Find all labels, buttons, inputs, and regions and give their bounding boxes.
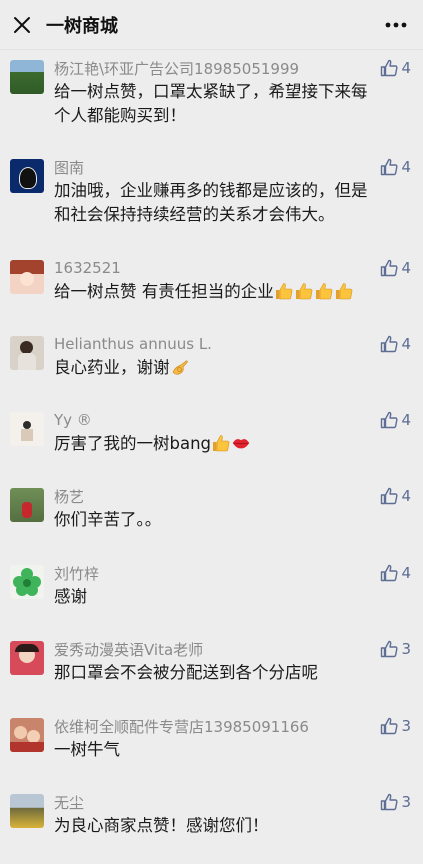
- commenter-name[interactable]: 无尘: [54, 792, 380, 813]
- avatar[interactable]: [10, 336, 44, 370]
- thumbs-up-emoji: [211, 434, 231, 453]
- thumbs-up-emoji: [294, 282, 314, 301]
- avatar[interactable]: [10, 260, 44, 294]
- comment-line: 和社会保持持续经营的关系才会伟大。: [54, 205, 335, 224]
- like-button[interactable]: 3: [380, 793, 411, 811]
- like-button[interactable]: 4: [380, 564, 411, 582]
- avatar[interactable]: [10, 641, 44, 675]
- commenter-name[interactable]: 刘竹梓: [54, 563, 380, 584]
- like-count: 4: [401, 259, 411, 277]
- avatar[interactable]: [10, 488, 44, 522]
- like-count: 4: [401, 335, 411, 353]
- like-button[interactable]: 3: [380, 717, 411, 735]
- comment-item: 依维柯全顺配件专营店13985091166 3 一树牛气: [0, 708, 423, 784]
- commenter-name[interactable]: 图南: [54, 157, 380, 178]
- comment-item: 爱秀动漫英语Vita老师 3 那口罩会不会被分配送到各个分店呢: [0, 631, 423, 708]
- comment-line: 感谢: [54, 587, 87, 606]
- comment-text: 为良心商家点赞！感谢您们！: [54, 814, 411, 838]
- comment-line: 个人都能购买到！: [54, 106, 186, 125]
- thumbs-up-icon: [381, 640, 398, 658]
- page-title: 一树商城: [46, 15, 118, 37]
- comment-item: Helianthus annuus L. 4 良心药业，谢谢: [0, 326, 423, 402]
- like-count: 4: [401, 487, 411, 505]
- avatar[interactable]: [10, 718, 44, 752]
- thumbs-up-icon: [381, 259, 398, 277]
- commenter-name[interactable]: 杨江艳\环亚广告公司18985051999: [54, 58, 380, 79]
- like-button[interactable]: 4: [380, 411, 411, 429]
- commenter-name[interactable]: 杨艺: [54, 486, 380, 507]
- comment-text: 一树牛气: [54, 738, 411, 762]
- thumbs-up-icon: [381, 335, 398, 353]
- comment-item: 刘竹梓 4 感谢: [0, 555, 423, 631]
- top-bar: 一树商城: [0, 0, 423, 50]
- thumbs-up-icon: [381, 487, 398, 505]
- thumbs-up-emoji: [334, 282, 354, 301]
- comment-line: 给一树点赞 有责任担当的企业: [54, 282, 274, 301]
- like-button[interactable]: 3: [380, 640, 411, 658]
- comment-item: 1632521 4 给一树点赞 有责任担当的企业: [0, 250, 423, 326]
- thumbs-up-icon: [381, 158, 398, 176]
- ok-hand-emoji: [170, 358, 190, 377]
- comment-item: 杨艺 4 你们辛苦了。。: [0, 478, 423, 555]
- thumbs-up-emoji: [314, 282, 334, 301]
- like-button[interactable]: 4: [380, 259, 411, 277]
- comment-line: 良心药业，谢谢: [54, 358, 170, 377]
- thumbs-up-icon: [381, 793, 398, 811]
- avatar[interactable]: [10, 159, 44, 193]
- like-count: 4: [401, 59, 411, 77]
- like-count: 3: [401, 640, 411, 658]
- lips-emoji: [231, 434, 251, 453]
- close-icon[interactable]: [8, 11, 36, 39]
- avatar[interactable]: [10, 794, 44, 828]
- commenter-name[interactable]: Yy ®: [54, 411, 380, 429]
- avatar[interactable]: [10, 565, 44, 599]
- comment-text: 那口罩会不会被分配送到各个分店呢: [54, 661, 411, 685]
- commenter-name[interactable]: 依维柯全顺配件专营店13985091166: [54, 716, 380, 737]
- like-button[interactable]: 4: [380, 158, 411, 176]
- thumbs-up-icon: [381, 411, 398, 429]
- comment-line: 加油哦，企业赚再多的钱都是应该的，但是: [54, 181, 368, 200]
- commenter-name[interactable]: 1632521: [54, 259, 380, 277]
- comment-line: 你们辛苦了。。: [54, 510, 162, 529]
- comment-line: 一树牛气: [54, 740, 120, 759]
- comment-text: 给一树点赞，口罩太紧缺了，希望接下来每 个人都能购买到！: [54, 80, 411, 128]
- comment-item: 杨江艳\环亚广告公司18985051999 4 给一树点赞，口罩太紧缺了，希望接…: [0, 50, 423, 149]
- like-count: 3: [401, 717, 411, 735]
- comment-line: 为良心商家点赞！感谢您们！: [54, 816, 269, 835]
- like-count: 4: [401, 411, 411, 429]
- comment-text: 厉害了我的一树bang: [54, 432, 411, 456]
- comment-list: 杨江艳\环亚广告公司18985051999 4 给一树点赞，口罩太紧缺了，希望接…: [0, 50, 423, 864]
- comment-item: Yy ® 4 厉害了我的一树bang: [0, 402, 423, 478]
- comment-text: 给一树点赞 有责任担当的企业: [54, 280, 411, 304]
- comment-line: 厉害了我的一树bang: [54, 434, 212, 453]
- more-icon[interactable]: [381, 11, 411, 39]
- thumbs-up-icon: [381, 717, 398, 735]
- thumbs-up-icon: [381, 59, 398, 77]
- comment-text: 感谢: [54, 585, 411, 609]
- avatar[interactable]: [10, 412, 44, 446]
- comment-text: 加油哦，企业赚再多的钱都是应该的，但是 和社会保持持续经营的关系才会伟大。: [54, 179, 411, 227]
- comment-item: 图南 4 加油哦，企业赚再多的钱都是应该的，但是 和社会保持持续经营的关系才会伟…: [0, 149, 423, 250]
- comment-text: 良心药业，谢谢: [54, 356, 411, 380]
- like-count: 3: [401, 793, 411, 811]
- commenter-name[interactable]: 爱秀动漫英语Vita老师: [54, 639, 380, 660]
- avatar[interactable]: [10, 60, 44, 94]
- commenter-name[interactable]: Helianthus annuus L.: [54, 335, 380, 353]
- like-count: 4: [401, 158, 411, 176]
- thumbs-up-emoji: [274, 282, 294, 301]
- comment-line: 给一树点赞，口罩太紧缺了，希望接下来每: [54, 82, 368, 101]
- comment-line: 那口罩会不会被分配送到各个分店呢: [54, 663, 318, 682]
- comment-text: 你们辛苦了。。: [54, 508, 411, 532]
- like-button[interactable]: 4: [380, 335, 411, 353]
- thumbs-up-icon: [381, 564, 398, 582]
- comment-item: 无尘 3 为良心商家点赞！感谢您们！: [0, 784, 423, 864]
- like-button[interactable]: 4: [380, 59, 411, 77]
- like-button[interactable]: 4: [380, 487, 411, 505]
- like-count: 4: [401, 564, 411, 582]
